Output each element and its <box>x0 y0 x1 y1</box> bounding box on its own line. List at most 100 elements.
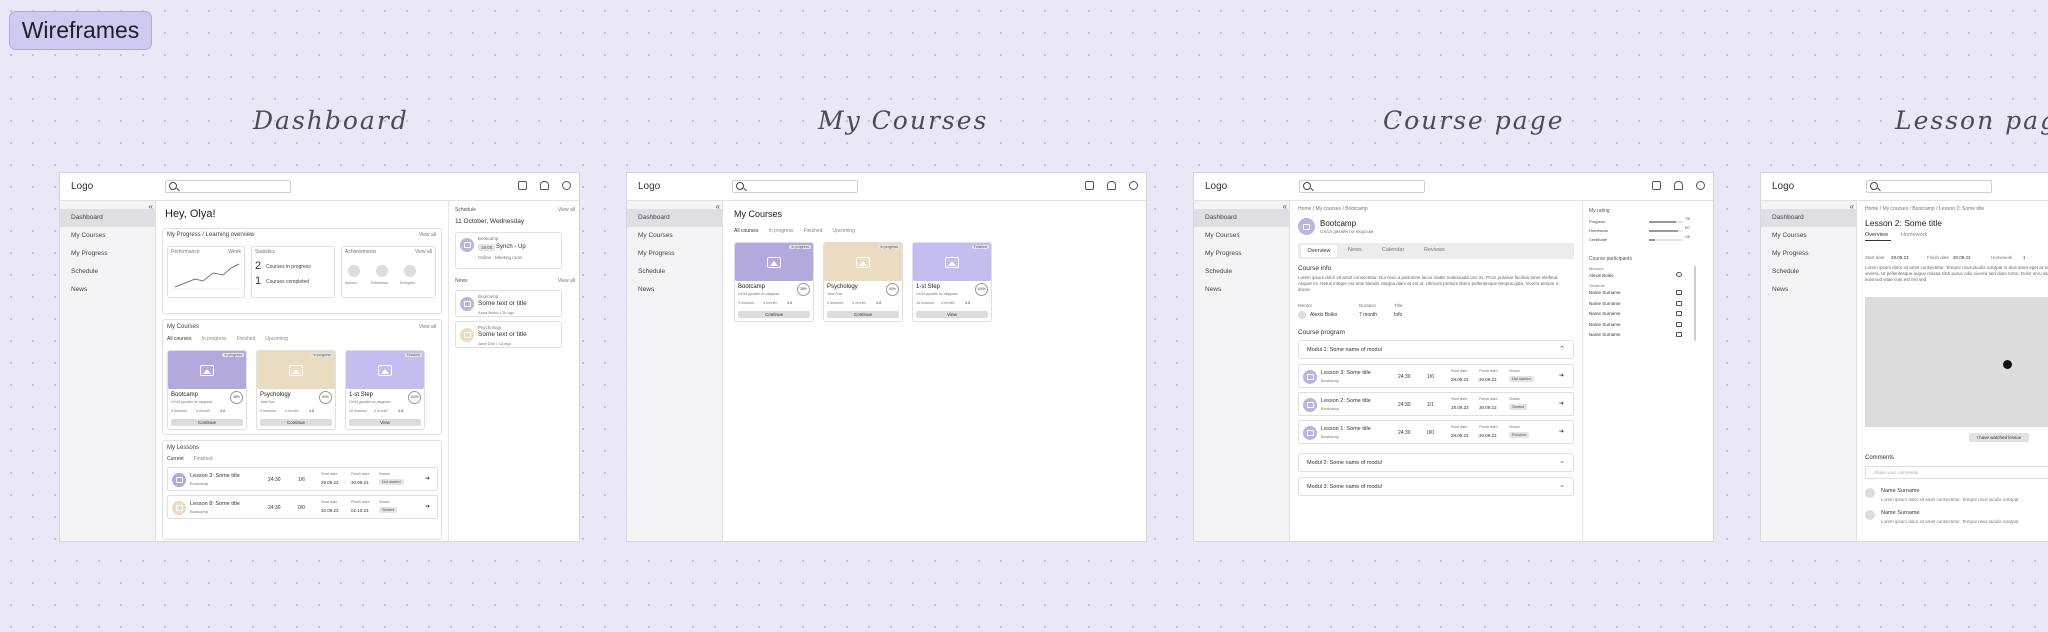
chat-icon[interactable] <box>1676 321 1682 327</box>
courses-view-all[interactable]: View all <box>419 324 436 330</box>
lesson-row[interactable]: Lesson 8: Some title Bootcamp 24:30 0/0 Star… <box>167 495 438 519</box>
achievements-view-all[interactable]: View all <box>415 249 432 255</box>
course-action-button[interactable]: Continue <box>738 311 810 318</box>
sidebar-item-my-courses[interactable]: My Courses <box>60 227 155 245</box>
sidebar-item-news[interactable]: News <box>1761 281 1856 299</box>
news-view-all[interactable]: View all <box>558 278 575 284</box>
tab-upcoming[interactable]: Upcoming <box>832 228 855 234</box>
search-input[interactable] <box>1299 180 1425 193</box>
sidebar-item-dashboard[interactable]: Dashboard <box>60 209 155 227</box>
chat-icon[interactable] <box>1085 181 1094 190</box>
chat-icon[interactable] <box>1676 300 1682 306</box>
collapse-icon[interactable]: « <box>1283 202 1287 211</box>
tab-in-progress[interactable]: In progress <box>768 228 793 234</box>
sidebar-item-dashboard[interactable]: Dashboard <box>627 209 722 227</box>
sidebar-item-my-courses[interactable]: My Courses <box>627 227 722 245</box>
module-accordion[interactable]: Modul 2: Some name of modul ⌄ <box>1298 453 1574 472</box>
course-card[interactable]: In progress Psychology Jane Doe 60% 9 lesson… <box>823 242 903 322</box>
tab-finished[interactable]: Finished <box>236 336 255 342</box>
sidebar-item-news[interactable]: News <box>1194 281 1289 299</box>
collapse-icon[interactable]: « <box>149 202 153 211</box>
chat-icon[interactable] <box>1676 332 1682 337</box>
tab-finished[interactable]: Finished <box>803 228 822 234</box>
chat-icon[interactable] <box>1652 181 1661 190</box>
tab-upcoming[interactable]: Upcoming <box>265 336 288 342</box>
schedule-view-all[interactable]: View all <box>558 207 575 213</box>
sidebar-item-my-progress[interactable]: My Progress <box>627 245 722 263</box>
collapse-icon[interactable]: « <box>1850 202 1854 211</box>
sidebar-item-dashboard[interactable]: Dashboard <box>1761 209 1856 227</box>
course-card[interactable]: Finished 1-st Step UX/UI дизайн по-людськи… <box>912 242 992 322</box>
bell-icon[interactable] <box>1107 181 1116 190</box>
chat-icon[interactable] <box>1676 311 1682 316</box>
week-selector[interactable]: Week <box>228 249 241 255</box>
profile-icon[interactable] <box>1696 181 1705 190</box>
course-card[interactable]: In progress Bootcamp UX/UI дизайн по-людсь… <box>167 350 247 430</box>
sidebar-item-my-progress[interactable]: My Progress <box>1194 245 1289 263</box>
sidebar-item-schedule[interactable]: Schedule <box>1761 263 1856 281</box>
arrow-right-icon[interactable]: ➔ <box>425 475 430 482</box>
sidebar-item-dashboard[interactable]: Dashboard <box>1194 209 1289 227</box>
breadcrumb[interactable]: Home / My courses / Bootcamp <box>1298 206 1368 212</box>
tab-news[interactable]: News <box>1348 247 1362 253</box>
tab-overview[interactable]: Overview <box>1301 245 1337 257</box>
breadcrumb[interactable]: Home / My courses / Bootcamp / Lesson 2:… <box>1865 206 1984 212</box>
tab-all-courses[interactable]: All courses <box>734 228 758 234</box>
bell-icon[interactable] <box>540 181 549 190</box>
course-card[interactable]: In progress Psychology Jane Doe 60% 9 lesson… <box>256 350 336 430</box>
bell-icon[interactable] <box>1674 181 1683 190</box>
watched-lesson-button[interactable]: I have watched lesson <box>1969 433 2029 442</box>
profile-icon[interactable] <box>562 181 571 190</box>
course-action-button[interactable]: Continue <box>260 419 332 426</box>
profile-icon[interactable] <box>1129 181 1138 190</box>
sidebar-item-my-progress[interactable]: My Progress <box>1761 245 1856 263</box>
schedule-event-card[interactable]: Bootcamp 19:00 Synch - Up Online · Meeti… <box>455 232 562 269</box>
search-input[interactable] <box>732 180 858 193</box>
logo[interactable]: Logo <box>1772 181 1794 192</box>
search-input[interactable] <box>1866 180 1992 193</box>
progress-view-all[interactable]: View all <box>419 232 436 238</box>
logo[interactable]: Logo <box>71 181 93 192</box>
module-accordion[interactable]: Modul 3: Some name of modul ⌄ <box>1298 477 1574 496</box>
course-card[interactable]: Finished 1-st Step UX/UI дизайн по-людськи… <box>345 350 425 430</box>
arrow-right-icon[interactable]: ➔ <box>1559 428 1564 435</box>
sidebar-item-my-courses[interactable]: My Courses <box>1194 227 1289 245</box>
arrow-right-icon[interactable]: ➔ <box>1559 372 1564 379</box>
tab-homework[interactable]: Homework <box>1901 232 1927 238</box>
logo[interactable]: Logo <box>638 181 660 192</box>
news-item[interactable]: Bootcamp Some text or title Anna Boiko •… <box>455 290 562 317</box>
tab-reviews[interactable]: Reviews <box>1424 247 1445 253</box>
lesson-row[interactable]: Lesson 3: Some title Bootcamp 24:30 1/6 Star… <box>1298 364 1574 388</box>
module-accordion[interactable]: Modul 1: Some name of modul ⌃ <box>1298 340 1574 359</box>
course-action-button[interactable]: Continue <box>827 311 899 318</box>
search-input[interactable] <box>165 180 291 193</box>
collapse-icon[interactable]: « <box>716 202 720 211</box>
sidebar-item-schedule[interactable]: Schedule <box>627 263 722 281</box>
sidebar-item-schedule[interactable]: Schedule <box>1194 263 1289 281</box>
course-action-button[interactable]: View <box>349 419 421 426</box>
tab-all-courses[interactable]: All courses <box>167 336 191 342</box>
news-item[interactable]: Psychology Some text or title Jane Doe •… <box>455 321 562 348</box>
course-card[interactable]: In progress Bootcamp UX/UI дизайн по-людсь… <box>734 242 814 322</box>
tab-finished[interactable]: Finished <box>194 456 213 462</box>
logo[interactable]: Logo <box>1205 181 1227 192</box>
sidebar-item-schedule[interactable]: Schedule <box>60 263 155 281</box>
sidebar-item-news[interactable]: News <box>627 281 722 299</box>
play-icon[interactable] <box>2003 360 2012 369</box>
tab-calendar[interactable]: Calendar <box>1382 247 1404 253</box>
course-action-button[interactable]: Continue <box>171 419 243 426</box>
lesson-row[interactable]: Lesson 2: Some title Bootcamp 24:30 1/1 Star… <box>1298 392 1574 416</box>
scrollbar[interactable] <box>1694 266 1696 341</box>
arrow-right-icon[interactable]: ➔ <box>1559 400 1564 407</box>
chat-icon[interactable] <box>518 181 527 190</box>
tab-in-progress[interactable]: In progress <box>201 336 226 342</box>
sidebar-item-my-courses[interactable]: My Courses <box>1761 227 1856 245</box>
comment-input[interactable]: Share your comments <box>1865 466 2048 479</box>
sidebar-item-news[interactable]: News <box>60 281 155 299</box>
lesson-row[interactable]: Lesson 3: Some title Bootcamp 24:30 1/6 Star… <box>167 467 438 491</box>
lesson-row[interactable]: Lesson 1: Some title Bootcamp 24:30 0/0 Star… <box>1298 420 1574 444</box>
course-action-button[interactable]: View <box>916 311 988 318</box>
tab-overview[interactable]: Overview <box>1865 232 1888 238</box>
sidebar-item-my-progress[interactable]: My Progress <box>60 245 155 263</box>
eye-icon[interactable] <box>1676 272 1682 277</box>
